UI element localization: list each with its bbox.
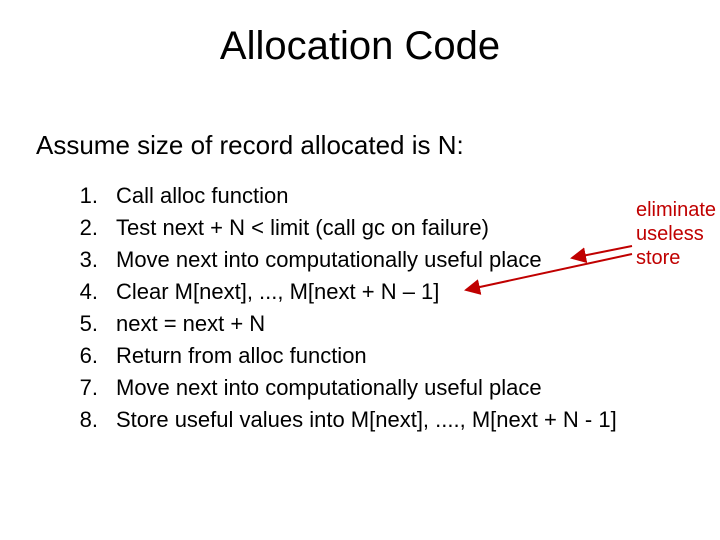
list-text: Test next + N < limit (call gc on failur…: [116, 215, 489, 240]
list-item: 2. Test next + N < limit (call gc on fail…: [64, 212, 617, 244]
list-number: 7.: [64, 372, 98, 404]
list-text: next = next + N: [116, 311, 265, 336]
list-item: 6. Return from alloc function: [64, 340, 617, 372]
list-number: 1.: [64, 180, 98, 212]
list-item: 7. Move next into computationally useful …: [64, 372, 617, 404]
list-item: 5. next = next + N: [64, 308, 617, 340]
list-number: 5.: [64, 308, 98, 340]
list-item: 1. Call alloc function: [64, 180, 617, 212]
list-number: 2.: [64, 212, 98, 244]
list-number: 4.: [64, 276, 98, 308]
annotation-line: store: [636, 246, 716, 270]
list-text: Move next into computationally useful pl…: [116, 247, 542, 272]
list-text: Call alloc function: [116, 183, 288, 208]
list-item: 8. Store useful values into M[next], ....…: [64, 404, 617, 436]
list-text: Move next into computationally useful pl…: [116, 375, 542, 400]
list-number: 3.: [64, 244, 98, 276]
list-item: 3. Move next into computationally useful …: [64, 244, 617, 276]
list-number: 6.: [64, 340, 98, 372]
numbered-list: 1. Call alloc function 2. Test next + N < …: [64, 180, 617, 436]
list-text: Return from alloc function: [116, 343, 367, 368]
annotation-text: eliminate useless store: [636, 198, 716, 270]
list-text: Store useful values into M[next], ...., …: [116, 407, 617, 432]
slide-title: Allocation Code: [0, 24, 720, 69]
slide: Allocation Code Assume size of record al…: [0, 0, 720, 540]
list-number: 8.: [64, 404, 98, 436]
annotation-line: useless: [636, 222, 716, 246]
list-text: Clear M[next], ..., M[next + N – 1]: [116, 279, 439, 304]
annotation-line: eliminate: [636, 198, 716, 222]
slide-subhead: Assume size of record allocated is N:: [36, 130, 464, 161]
list-item: 4. Clear M[next], ..., M[next + N – 1]: [64, 276, 617, 308]
